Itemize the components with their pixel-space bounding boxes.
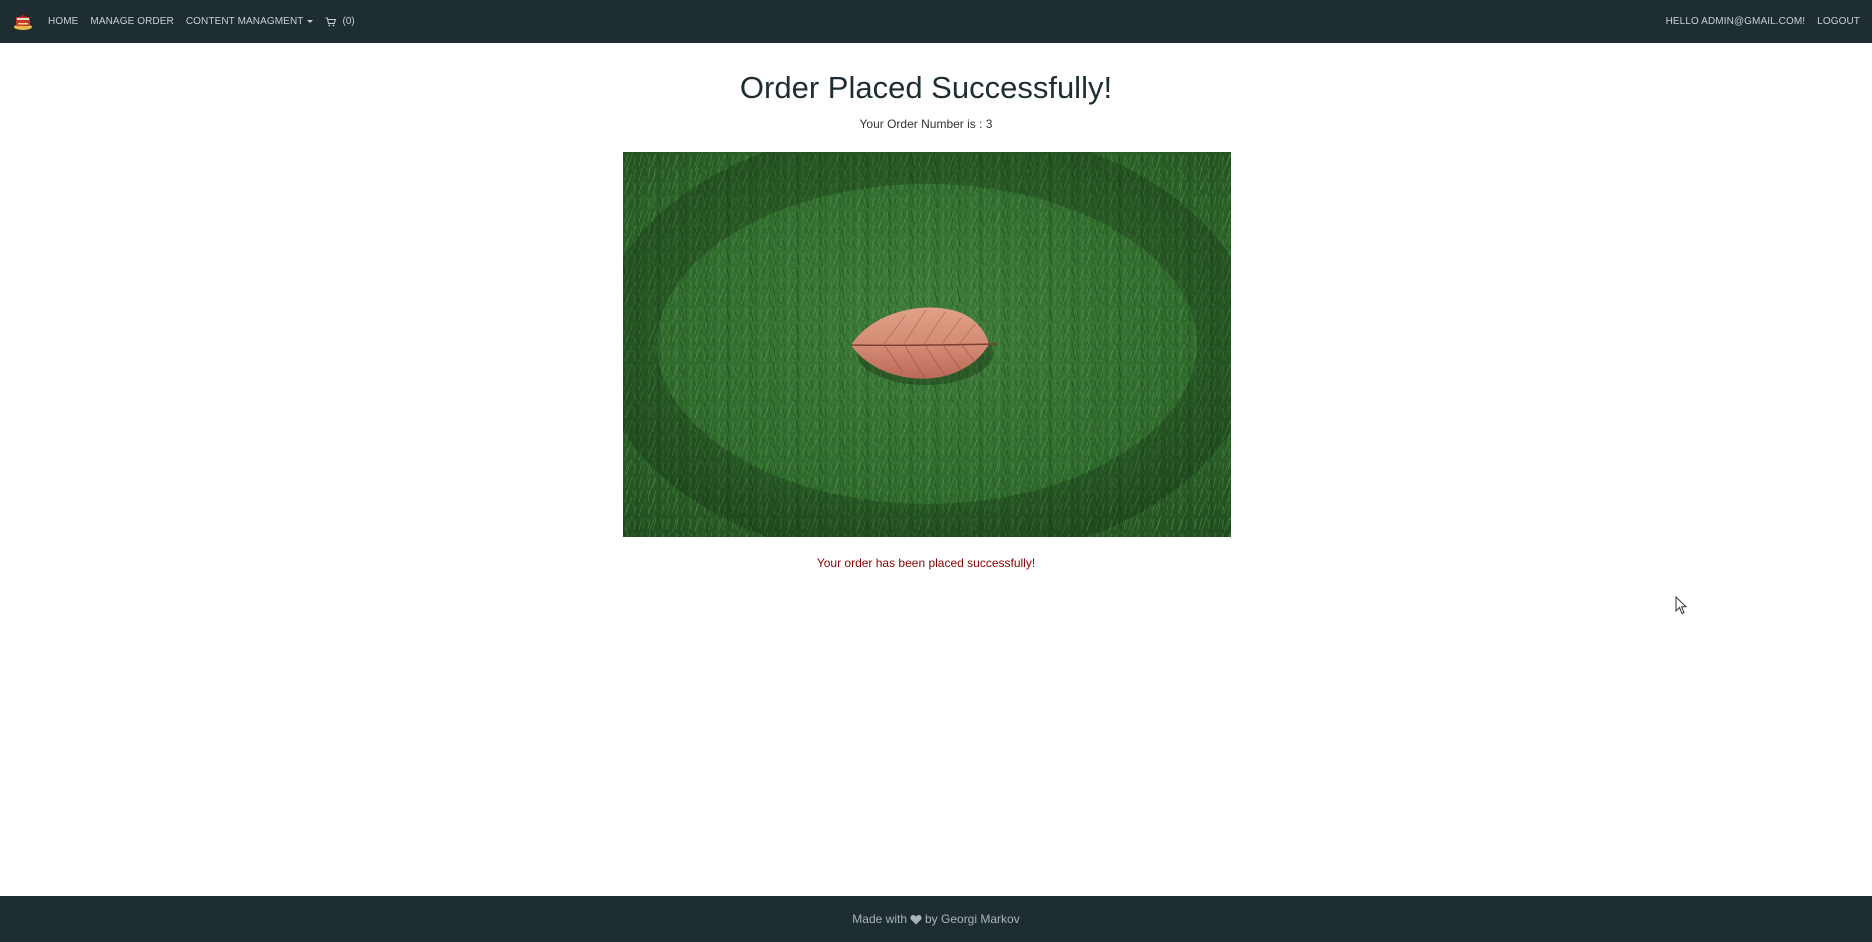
logout-link[interactable]: LOGOUT [1817, 16, 1860, 27]
page-footer: Made with by Georgi Markov [0, 896, 1872, 942]
success-message: Your order has been placed successfully! [816, 556, 1036, 570]
book-logo-icon[interactable] [12, 11, 34, 33]
user-greeting-link[interactable]: HELLO ADMIN@GMAIL.COM! [1666, 16, 1806, 27]
nav-content-management-dropdown[interactable]: CONTENT MANAGMENT [186, 16, 314, 27]
order-number-text: Your Order Number is : 3 [859, 117, 993, 131]
footer-made-with: Made with [852, 912, 907, 926]
mouse-cursor-icon [1675, 595, 1688, 620]
content-management-label: CONTENT MANAGMENT [185, 16, 304, 27]
chevron-down-icon [307, 19, 314, 23]
main-content: Order Placed Successfully! Your Order Nu… [0, 43, 1872, 896]
nav-home-link[interactable]: HOME [48, 16, 78, 27]
top-navbar: HOME MANAGE ORDER CONTENT MANAGMENT (0) … [0, 0, 1872, 43]
heart-icon [910, 914, 922, 925]
page-title: Order Placed Successfully! [739, 70, 1113, 105]
footer-author: by Georgi Markov [925, 912, 1020, 926]
leaf-on-grass-image [623, 152, 1231, 537]
cart-link[interactable]: (0) [325, 16, 355, 27]
cart-icon [325, 17, 337, 26]
nav-right-group: HELLO ADMIN@GMAIL.COM! LOGOUT [1654, 16, 1860, 27]
nav-manage-order-link[interactable]: MANAGE ORDER [90, 16, 173, 27]
cart-count: (0) [342, 16, 355, 27]
